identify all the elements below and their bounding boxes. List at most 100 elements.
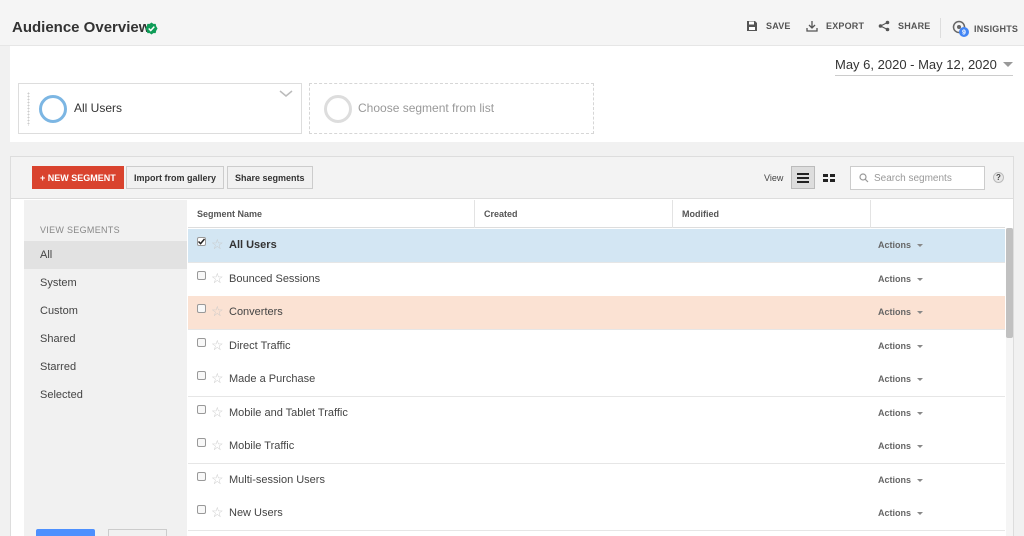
star-icon[interactable]: ☆: [211, 405, 224, 419]
segment-name: Made a Purchase: [229, 373, 316, 385]
actions-label: Actions: [878, 341, 912, 351]
search-icon: [859, 173, 869, 183]
save-button[interactable]: SAVE: [746, 20, 791, 32]
row-checkbox[interactable]: [197, 438, 206, 447]
chevron-down-icon[interactable]: [279, 90, 293, 98]
list-view-button[interactable]: [791, 166, 815, 189]
actions-dropdown[interactable]: Actions: [878, 508, 924, 518]
search-segments-field[interactable]: [850, 166, 985, 190]
star-icon[interactable]: ☆: [211, 237, 224, 251]
share-button[interactable]: SHARE: [878, 20, 931, 32]
save-label: SAVE: [766, 21, 791, 31]
table-row[interactable]: ☆ Mobile Traffic Actions: [188, 430, 1005, 464]
date-range-text: May 6, 2020 - May 12, 2020: [835, 57, 997, 72]
sidebar-item-starred[interactable]: Starred: [24, 353, 187, 381]
table-row[interactable]: ☆ Direct Traffic Actions: [188, 330, 1005, 364]
row-checkbox[interactable]: [197, 371, 206, 380]
row-checkbox[interactable]: [197, 304, 206, 313]
row-checkbox[interactable]: [197, 472, 206, 481]
table-row[interactable]: ☆ New Users Actions: [188, 497, 1005, 531]
actions-dropdown[interactable]: Actions: [878, 441, 924, 451]
cancel-button[interactable]: [108, 529, 167, 536]
segment-name: Direct Traffic: [229, 340, 291, 352]
actions-dropdown[interactable]: Actions: [878, 408, 924, 418]
table-row[interactable]: ☆ Mobile and Tablet Traffic Actions: [188, 397, 1005, 431]
drag-handle-icon[interactable]: [27, 92, 30, 126]
star-icon[interactable]: ☆: [211, 271, 224, 285]
row-checkbox[interactable]: [197, 271, 206, 280]
view-segments-sidebar: VIEW SEGMENTS All System Custom Shared S…: [24, 200, 187, 536]
export-label: EXPORT: [826, 21, 865, 31]
chevron-down-icon: [917, 478, 924, 482]
scrollbar-thumb[interactable]: [1006, 228, 1013, 338]
segment-name: All Users: [229, 239, 277, 251]
help-icon[interactable]: ?: [993, 172, 1004, 183]
table-row[interactable]: ☆ Converters Actions: [188, 296, 1005, 330]
table-scrollbar[interactable]: [1006, 228, 1013, 536]
actions-dropdown[interactable]: Actions: [878, 475, 924, 485]
actions-dropdown[interactable]: Actions: [878, 274, 924, 284]
column-modified[interactable]: Modified: [673, 200, 871, 228]
actions-dropdown[interactable]: Actions: [878, 307, 924, 317]
row-checkbox[interactable]: [197, 505, 206, 514]
share-icon: [878, 20, 890, 32]
star-icon[interactable]: ☆: [211, 304, 224, 318]
actions-label: Actions: [878, 240, 912, 250]
chevron-down-icon: [917, 377, 924, 381]
actions-dropdown[interactable]: Actions: [878, 341, 924, 351]
chevron-down-icon: [917, 444, 924, 448]
table-row[interactable]: ☆ Multi-session Users Actions: [188, 464, 1005, 498]
star-icon[interactable]: ☆: [211, 472, 224, 486]
row-checkbox[interactable]: [197, 405, 206, 414]
star-icon[interactable]: ☆: [211, 505, 224, 519]
empty-segment-slot[interactable]: Choose segment from list: [309, 83, 594, 134]
chevron-down-icon: [917, 411, 924, 415]
actions-label: Actions: [878, 475, 912, 485]
actions-dropdown[interactable]: Actions: [878, 374, 924, 384]
import-from-gallery-button[interactable]: Import from gallery: [126, 166, 225, 189]
sidebar-item-shared[interactable]: Shared: [24, 325, 187, 353]
table-row[interactable]: ☆ Bounced Sessions Actions: [188, 263, 1005, 297]
star-icon[interactable]: ☆: [211, 338, 224, 352]
segment-name: Bounced Sessions: [229, 273, 321, 285]
view-label: View: [764, 173, 784, 183]
list-view-icon: [797, 172, 809, 183]
actions-label: Actions: [878, 441, 912, 451]
actions-dropdown[interactable]: Actions: [878, 240, 924, 250]
grid-view-button[interactable]: [817, 166, 841, 189]
empty-segment-label: Choose segment from list: [358, 101, 495, 115]
column-created[interactable]: Created: [475, 200, 673, 228]
star-icon[interactable]: ☆: [211, 438, 224, 452]
new-segment-button[interactable]: + NEW SEGMENT: [32, 166, 124, 189]
segments-table: Segment Name Created Modified ☆ All User…: [188, 200, 1005, 536]
row-checkbox[interactable]: [197, 237, 206, 246]
date-range-picker[interactable]: May 6, 2020 - May 12, 2020: [835, 57, 1013, 76]
segment-toolbar: + NEW SEGMENT Import from gallery Share …: [11, 157, 1013, 199]
checkmark-icon: [197, 238, 206, 245]
sidebar-item-system[interactable]: System: [24, 269, 187, 297]
table-row[interactable]: ☆ All Users Actions: [188, 229, 1005, 263]
selected-segment-card[interactable]: All Users: [18, 83, 302, 134]
star-icon[interactable]: ☆: [211, 371, 224, 385]
save-icon: [747, 21, 757, 31]
segment-picker-panel: + NEW SEGMENT Import from gallery Share …: [10, 156, 1014, 536]
insights-button[interactable]: 9 INSIGHTS: [952, 20, 1018, 38]
table-header: Segment Name Created Modified: [188, 200, 1005, 228]
apply-button[interactable]: [36, 529, 95, 536]
insights-label: INSIGHTS: [974, 24, 1019, 34]
row-checkbox[interactable]: [197, 338, 206, 347]
column-segment-name[interactable]: Segment Name: [188, 200, 475, 228]
sidebar-item-all[interactable]: All: [24, 241, 187, 269]
segment-name: Converters: [229, 306, 283, 318]
segment-name: Mobile Traffic: [229, 440, 295, 452]
export-button[interactable]: EXPORT: [806, 20, 864, 32]
search-segments-input[interactable]: [874, 172, 984, 184]
chevron-down-icon: [917, 243, 924, 247]
chevron-down-icon: [917, 511, 924, 515]
share-segments-button[interactable]: Share segments: [227, 166, 313, 189]
table-row[interactable]: ☆ Made a Purchase Actions: [188, 363, 1005, 397]
selected-segment-label: All Users: [74, 101, 123, 115]
sidebar-item-selected[interactable]: Selected: [24, 381, 187, 409]
sidebar-item-custom[interactable]: Custom: [24, 297, 187, 325]
insights-icon: 9: [952, 20, 969, 37]
